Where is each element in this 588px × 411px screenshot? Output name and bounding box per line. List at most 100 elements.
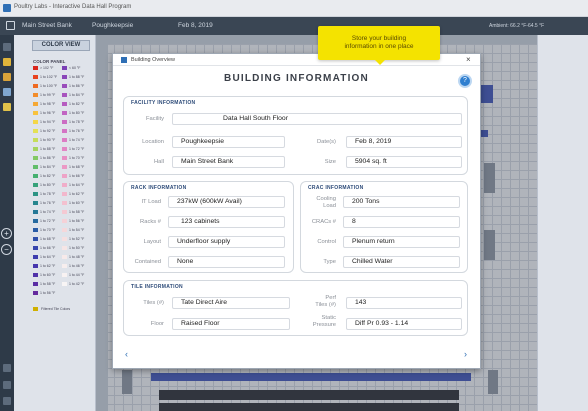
zoom-in-icon[interactable]: + <box>1 228 12 239</box>
legend-swatch <box>62 66 67 70</box>
page-title: BUILDING INFORMATION <box>224 73 369 84</box>
legend-swatch <box>33 84 38 88</box>
floor-field[interactable]: Raised Floor <box>172 318 290 330</box>
legend-swatch <box>33 129 38 133</box>
floor-label: Floor <box>150 321 164 327</box>
logout-icon[interactable] <box>3 397 11 405</box>
date-field[interactable]: Feb 8, 2019 <box>346 136 462 148</box>
cracs-field[interactable]: 8 <box>343 216 460 228</box>
facility-field[interactable]: Data Hall South Floor <box>172 113 462 125</box>
type-label: Type <box>323 259 336 265</box>
legend-swatch <box>33 228 38 232</box>
legend-swatch <box>33 66 38 70</box>
legend-swatch <box>33 174 38 178</box>
home-icon[interactable] <box>3 43 11 51</box>
it-load-field[interactable]: 237kW (600kW Avail) <box>168 196 285 208</box>
help-icon[interactable]: ? <box>458 74 472 88</box>
filter-icon[interactable] <box>3 88 11 96</box>
legend-label: 1 to 62 °F <box>69 192 85 196</box>
legend-label: 1 to 76 °F <box>69 129 85 133</box>
tiles-field[interactable]: Tate Direct Aire <box>172 297 290 309</box>
cooling-label-line-2: Load <box>323 202 336 209</box>
legend-swatch <box>62 192 67 196</box>
it-load-label: IT Load <box>141 199 161 205</box>
legend-label: 1 to 68 °F <box>69 165 85 169</box>
legend-swatch <box>33 282 38 286</box>
chevron-left-icon[interactable]: ‹ <box>125 349 128 359</box>
menu-icon[interactable] <box>6 21 15 30</box>
legend-label: 1 to 86 °F <box>69 84 85 88</box>
legend-label: 1 to 64 °F <box>40 255 56 259</box>
color-panel-title: COLOR PANEL <box>33 59 66 64</box>
hand-icon[interactable] <box>3 73 11 81</box>
legend-swatch <box>62 111 67 115</box>
legend-swatch <box>33 120 38 124</box>
type-field[interactable]: Chilled Water <box>343 256 460 268</box>
layout-label: Layout <box>143 239 161 245</box>
legend-label: 1 to 58 °F <box>69 210 85 214</box>
legend-swatch <box>33 291 38 295</box>
chevron-right-icon[interactable]: › <box>464 349 467 359</box>
perf-tiles-label: Perf Tiles (#) <box>296 295 336 308</box>
control-field[interactable]: Plenum return <box>343 236 460 248</box>
size-field[interactable]: 5904 sq. ft <box>346 156 462 168</box>
legend-swatch <box>33 93 38 97</box>
legend-swatch <box>33 201 38 205</box>
legend-label: 1 to 102 °F <box>40 75 58 79</box>
cooling-load-field[interactable]: 200 Tons <box>343 196 460 208</box>
wrench-icon[interactable] <box>3 103 11 111</box>
legend-swatch <box>33 210 38 214</box>
tiles-label: Tiles (#) <box>143 300 164 306</box>
static-pressure-field[interactable]: Diff Pr 0.93 - 1.14 <box>346 318 462 330</box>
building-overview-dialog: Building Overview × BUILDING INFORMATION… <box>112 53 481 369</box>
perf-tiles-field[interactable]: 143 <box>346 297 462 309</box>
crac-section: CRAC INFORMATION Cooling Load 200 Tons C… <box>300 181 468 273</box>
legend-swatch <box>62 165 67 169</box>
static-label-line-2: Pressure <box>312 321 336 328</box>
facility-section-title: FACILITY INFORMATION <box>131 100 196 106</box>
legend-label: 1 to 48 °F <box>69 255 85 259</box>
gear-icon[interactable] <box>3 381 11 389</box>
racks-field[interactable]: 123 cabinets <box>168 216 285 228</box>
cooling-load-label: Cooling Load <box>301 196 336 209</box>
control-label: Control <box>317 239 336 245</box>
legend-swatch <box>33 192 38 196</box>
legend-label: 1 to 100 °F <box>40 84 58 88</box>
legend-label: 1 to 46 °F <box>69 264 85 268</box>
info-tooltip: Store your building information in one p… <box>318 26 440 65</box>
legend-swatch <box>33 255 38 259</box>
legend-label: 1 to 66 °F <box>69 174 85 178</box>
contained-field[interactable]: None <box>168 256 285 268</box>
folder-icon[interactable] <box>3 58 11 66</box>
close-icon[interactable]: × <box>466 55 471 64</box>
legend-swatch <box>62 282 67 286</box>
tile-section-title: TILE INFORMATION <box>131 284 183 290</box>
legend-label: 1 to 82 °F <box>69 102 85 106</box>
tile-section: TILE INFORMATION Tiles (#) Tate Direct A… <box>123 280 468 336</box>
legend-label: 1 to 44 °F <box>69 273 85 277</box>
rack-section-title: RACK INFORMATION <box>131 185 187 191</box>
legend-swatch <box>33 138 38 142</box>
legend-label: 1 to 80 °F <box>69 111 85 115</box>
toolbar-building: Main Street Bank <box>22 22 72 29</box>
legend-swatch <box>62 75 67 79</box>
color-view-button[interactable]: COLOR VIEW <box>32 40 90 51</box>
legend-label: 1 to 60 °F <box>69 201 85 205</box>
location-field[interactable]: Poughkeepsie <box>172 136 285 148</box>
legend-swatch <box>62 183 67 187</box>
legend-swatch <box>62 120 67 124</box>
filtered-swatch <box>33 307 38 311</box>
location-label: Location <box>142 139 164 145</box>
legend-label: 1 to 50 °F <box>69 246 85 250</box>
layout-field[interactable]: Underfloor supply <box>168 236 285 248</box>
legend-swatch <box>62 138 67 142</box>
legend-label: 1 to 70 °F <box>69 156 85 160</box>
legend-swatch <box>62 129 67 133</box>
zoom-out-icon[interactable]: − <box>1 244 12 255</box>
right-panel <box>537 35 588 411</box>
hall-field[interactable]: Main Street Bank <box>172 156 285 168</box>
legend-swatch <box>33 273 38 277</box>
legend-label: 1 to 82 °F <box>40 174 56 178</box>
settings-icon[interactable] <box>3 364 11 372</box>
size-label: Size <box>324 159 336 165</box>
